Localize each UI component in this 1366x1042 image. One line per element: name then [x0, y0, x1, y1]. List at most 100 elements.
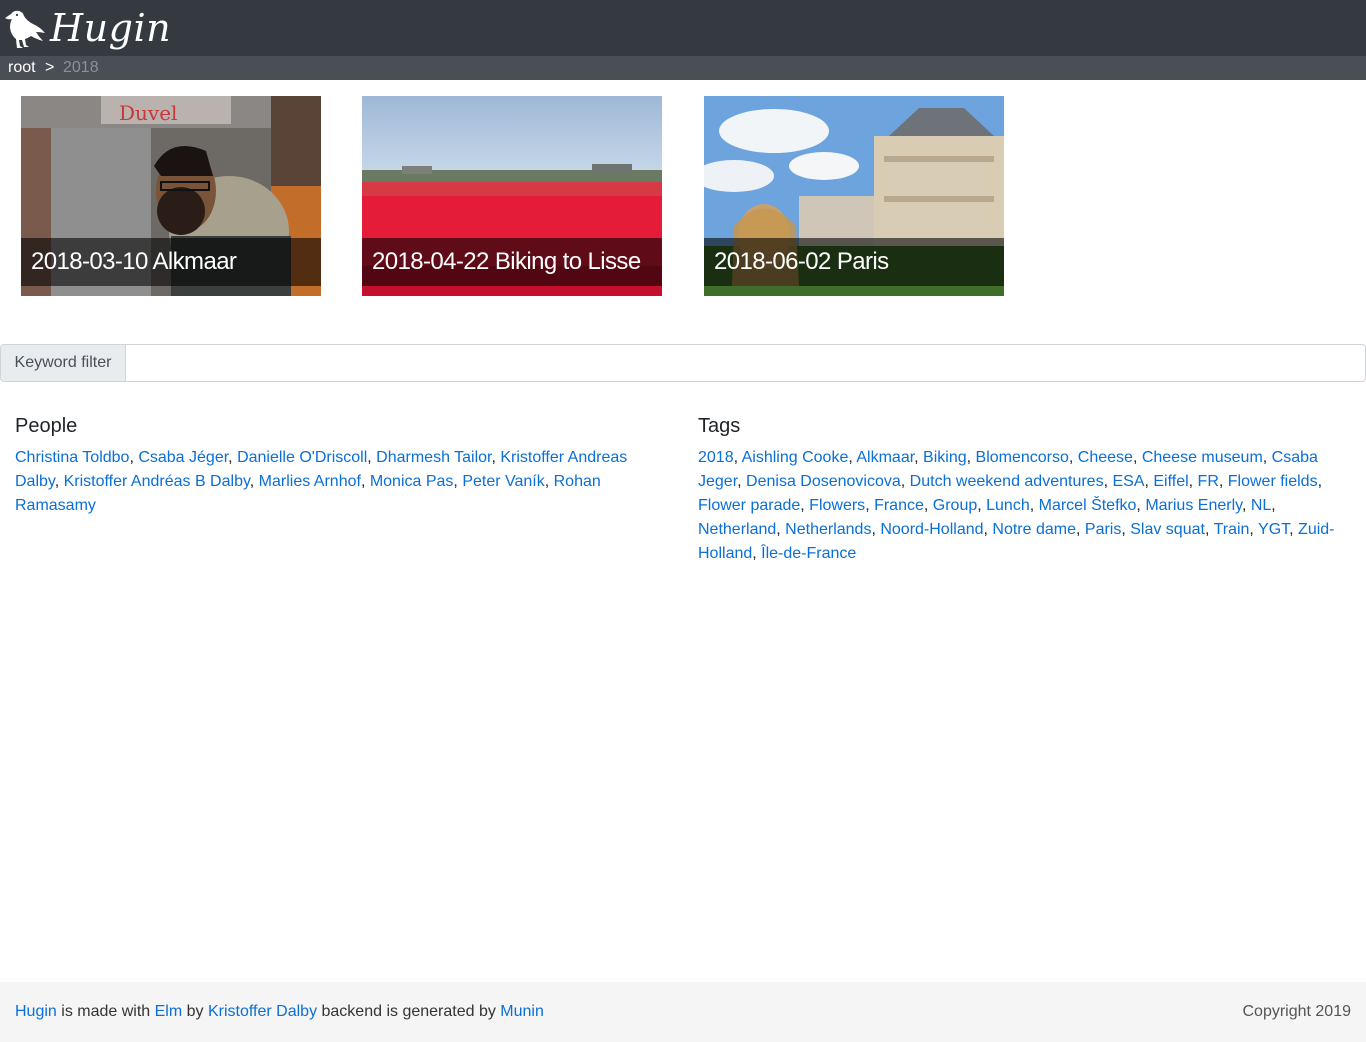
person-link[interactable]: Marlies Arnhof: [259, 473, 361, 490]
tag-link[interactable]: Slav squat: [1130, 521, 1205, 538]
tag-link[interactable]: Lunch: [986, 497, 1030, 514]
list-separator: ,: [1218, 473, 1228, 490]
tag-link[interactable]: Netherland: [698, 521, 776, 538]
breadcrumb-separator: >: [45, 59, 55, 76]
list-separator: ,: [1204, 521, 1214, 538]
list-separator: ,: [1121, 521, 1131, 538]
list-separator: ,: [453, 473, 463, 490]
keyword-filter-input[interactable]: [126, 345, 1365, 381]
copyright: Copyright 2019: [1242, 1003, 1351, 1020]
tag-link[interactable]: Flower fields: [1228, 473, 1318, 490]
footer: Hugin is made with Elm by Kristoffer Dal…: [0, 982, 1366, 1042]
list-separator: ,: [966, 449, 976, 466]
list-separator: ,: [129, 449, 139, 466]
list-separator: ,: [900, 473, 910, 490]
album-card[interactable]: Duvel 2018-03-10 Alkmaar: [21, 96, 321, 296]
list-separator: ,: [737, 473, 747, 490]
tags-heading: Tags: [698, 415, 741, 437]
list-separator: ,: [249, 473, 259, 490]
top-navbar: Hugin: [0, 0, 1366, 56]
list-separator: ,: [360, 473, 370, 490]
footer-munin-link[interactable]: Munin: [500, 1003, 544, 1020]
list-separator: ,: [800, 497, 810, 514]
list-separator: ,: [1317, 473, 1323, 490]
album-title: 2018-04-22 Biking to Lisse: [362, 238, 662, 286]
list-separator: ,: [776, 521, 786, 538]
people-heading: People: [15, 415, 78, 437]
list-separator: ,: [54, 473, 64, 490]
list-separator: ,: [1262, 449, 1272, 466]
person-link[interactable]: Kristoffer Andréas B Dalby: [64, 473, 250, 490]
footer-elm-link[interactable]: Elm: [155, 1003, 183, 1020]
tag-link[interactable]: Flower parade: [698, 497, 800, 514]
tag-link[interactable]: 2018: [698, 449, 734, 466]
list-separator: ,: [1249, 521, 1259, 538]
person-link[interactable]: Peter Vaník: [462, 473, 544, 490]
tag-link[interactable]: Denisa Dosenovicova: [746, 473, 901, 490]
tag-link[interactable]: Train: [1214, 521, 1250, 538]
tag-link[interactable]: Marcel Štefko: [1039, 497, 1137, 514]
tags-list: 2018, Aishling Cooke, Alkmaar, Biking, B…: [698, 446, 1353, 566]
list-separator: ,: [914, 449, 924, 466]
app-title: Hugin: [50, 6, 172, 50]
footer-text: backend is generated by: [317, 1003, 501, 1020]
list-separator: ,: [1289, 521, 1299, 538]
tag-link[interactable]: Cheese: [1078, 449, 1133, 466]
list-separator: ,: [1241, 497, 1251, 514]
tag-link[interactable]: Blomencorso: [976, 449, 1069, 466]
svg-text:Duvel: Duvel: [119, 101, 177, 125]
tag-link[interactable]: Notre dame: [992, 521, 1076, 538]
list-separator: ,: [1132, 449, 1142, 466]
tag-link[interactable]: France: [874, 497, 924, 514]
breadcrumb: root > 2018: [0, 56, 1366, 80]
list-separator: ,: [871, 521, 881, 538]
footer-text: by: [182, 1003, 208, 1020]
tag-link[interactable]: Marius Enerly: [1145, 497, 1242, 514]
person-link[interactable]: Csaba Jéger: [138, 449, 228, 466]
person-link[interactable]: Monica Pas: [370, 473, 454, 490]
album-card[interactable]: 2018-04-22 Biking to Lisse: [362, 96, 662, 296]
tag-link[interactable]: Biking: [923, 449, 967, 466]
footer-credits: Hugin is made with Elm by Kristoffer Dal…: [15, 982, 544, 1042]
keyword-filter-label: Keyword filter: [1, 345, 126, 381]
tag-link[interactable]: Flowers: [809, 497, 865, 514]
album-title: 2018-03-10 Alkmaar: [21, 238, 321, 286]
tag-link[interactable]: Paris: [1085, 521, 1121, 538]
tag-link[interactable]: Netherlands: [785, 521, 871, 538]
tag-link[interactable]: Cheese museum: [1142, 449, 1263, 466]
tag-link[interactable]: Alkmaar: [856, 449, 914, 466]
list-separator: ,: [1271, 497, 1276, 514]
tag-link[interactable]: Île-de-France: [761, 545, 856, 562]
person-link[interactable]: Danielle O'Driscoll: [237, 449, 367, 466]
list-separator: ,: [865, 497, 875, 514]
person-link[interactable]: Dharmesh Tailor: [376, 449, 491, 466]
footer-text: is made with: [56, 1003, 155, 1020]
list-separator: ,: [752, 545, 762, 562]
tag-link[interactable]: NL: [1251, 497, 1271, 514]
tag-link[interactable]: ESA: [1112, 473, 1144, 490]
footer-author-link[interactable]: Kristoffer Dalby: [208, 1003, 317, 1020]
list-separator: ,: [1188, 473, 1198, 490]
list-separator: ,: [228, 449, 238, 466]
list-separator: ,: [733, 449, 742, 466]
brand-logo[interactable]: Hugin: [2, 3, 171, 53]
album-title: 2018-06-02 Paris: [704, 238, 1004, 286]
list-separator: ,: [1136, 497, 1146, 514]
list-separator: ,: [367, 449, 377, 466]
list-separator: ,: [923, 497, 933, 514]
tag-link[interactable]: FR: [1198, 473, 1219, 490]
tag-link[interactable]: Eiffel: [1153, 473, 1188, 490]
list-separator: ,: [1076, 521, 1085, 538]
footer-hugin-link[interactable]: Hugin: [15, 1003, 57, 1020]
list-separator: ,: [1068, 449, 1078, 466]
tag-link[interactable]: Group: [933, 497, 977, 514]
tag-link[interactable]: Noord-Holland: [880, 521, 983, 538]
tag-link[interactable]: Dutch weekend adventures: [910, 473, 1104, 490]
tag-link[interactable]: Aishling Cooke: [742, 449, 849, 466]
tag-link[interactable]: YGT: [1258, 521, 1289, 538]
raven-icon: [5, 10, 45, 49]
list-separator: ,: [977, 497, 987, 514]
album-card[interactable]: 2018-06-02 Paris: [704, 96, 1004, 296]
breadcrumb-root-link[interactable]: root: [8, 56, 36, 80]
person-link[interactable]: Christina Toldbo: [15, 449, 129, 466]
